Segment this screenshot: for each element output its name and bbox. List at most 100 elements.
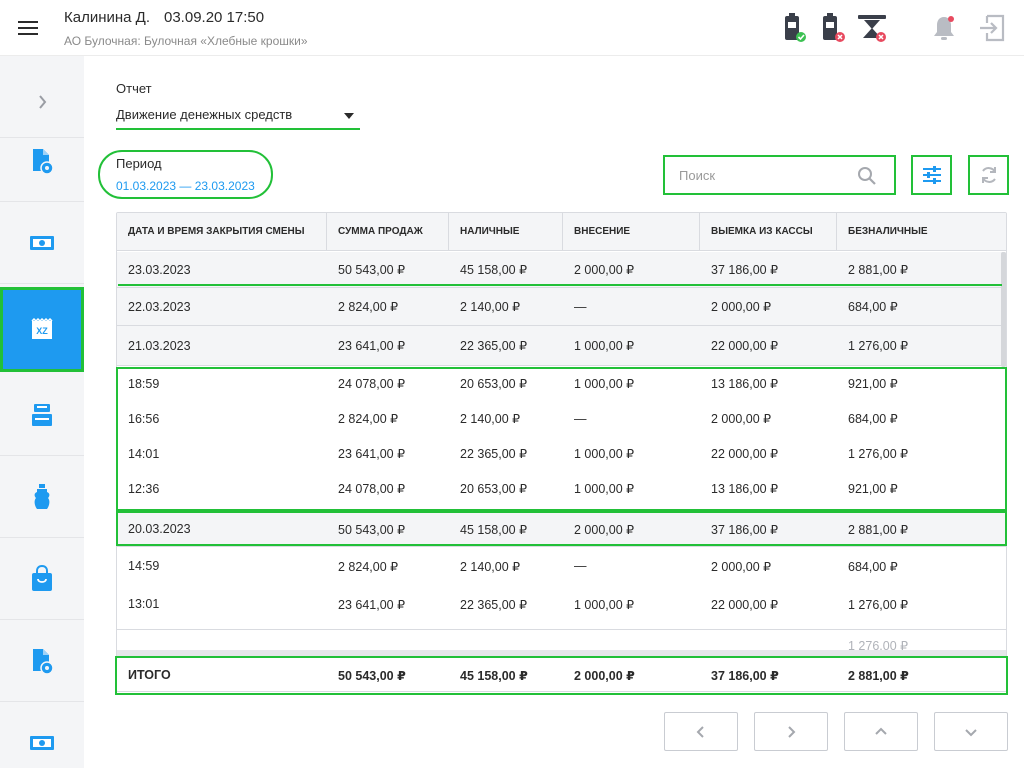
column-header[interactable]: Наличные	[449, 213, 563, 251]
sidebar-item-xz-report[interactable]: XZ	[0, 287, 84, 372]
app-header: Калинина Д. 03.09.20 17:50 АО Булочная: Б…	[0, 0, 1024, 56]
table-cell: 2 140,00 ₽	[460, 300, 521, 314]
sidebar-item-doc-settings[interactable]	[0, 120, 84, 202]
table-cell: 21.03.2023	[128, 338, 191, 353]
scroll-down-button[interactable]	[934, 712, 1008, 751]
table-cell: 684,00 ₽	[848, 300, 898, 314]
table-cell: 2 000,00 ₽	[574, 522, 635, 537]
organization-name: АО Булочная: Булочная «Хлебные крошки»	[64, 34, 308, 48]
sidebar-item-cash[interactable]	[0, 202, 84, 284]
user-info: Калинина Д. 03.09.20 17:50	[64, 9, 264, 26]
table-cell: 2 000,00 ₽	[711, 412, 772, 426]
notification-bell-icon[interactable]	[928, 12, 960, 44]
column-header[interactable]: Выемка из кассы	[700, 213, 837, 251]
column-header[interactable]: Дата и время закрытия смены	[117, 213, 327, 251]
sidebar-item-doc-settings-2[interactable]	[0, 620, 84, 702]
table-cell: 23 641,00 ₽	[338, 447, 406, 461]
table-cell: 24 078,00 ₽	[338, 482, 406, 496]
table-row-shift[interactable]: 12:36 24 078,00 ₽ 20 653,00 ₽ 1 000,00 ₽ 13 …	[117, 471, 1006, 506]
table-cell: 23.03.2023	[128, 262, 191, 277]
menu-icon[interactable]	[18, 20, 38, 36]
table-cell: 684,00 ₽	[848, 559, 898, 574]
total-cell: 50 543,00 ₽	[338, 668, 406, 683]
search-input[interactable]	[679, 166, 849, 184]
column-header[interactable]: Сумма продаж	[327, 213, 449, 251]
table-header: Дата и время закрытия смены Сумма продаж…	[117, 213, 1006, 251]
total-cell: 45 158,00 ₽	[460, 668, 528, 683]
table-cell: 22 000,00 ₽	[711, 597, 779, 612]
chevron-down-icon	[965, 728, 977, 736]
sidebar-item-cash-2[interactable]	[0, 702, 84, 768]
scroll-up-button[interactable]	[844, 712, 918, 751]
user-name: Калинина Д.	[64, 9, 150, 26]
report-select[interactable]: Движение денежных средств	[116, 104, 360, 130]
printer-error-icon[interactable]	[818, 12, 850, 44]
table-cell: 18:59	[128, 376, 160, 391]
table-cell: 20 653,00 ₽	[460, 482, 528, 496]
refresh-icon	[981, 167, 996, 183]
table-cell: 1 276,00 ₽	[848, 339, 909, 353]
table-row-day[interactable]: 20.03.2023 50 543,00 ₽ 45 158,00 ₽ 2 000,00…	[117, 512, 1006, 547]
table-cell: 2 000,00 ₽	[711, 300, 772, 314]
table-row-shift[interactable]: 18:59 24 078,00 ₽ 20 653,00 ₽ 1 000,00 ₽ 13 …	[117, 366, 1006, 401]
table-row-day[interactable]: 22.03.2023 2 824,00 ₽ 2 140,00 ₽ — 2 000,00 …	[117, 288, 1006, 326]
sidebar: XZ	[0, 56, 84, 768]
table-row-shift[interactable]: 13:01 23 641,00 ₽ 22 365,00 ₽ 1 000,00 ₽ 22 …	[117, 585, 1006, 623]
column-header[interactable]: Внесение	[563, 213, 700, 251]
sidebar-item-bottle[interactable]	[0, 456, 84, 538]
column-header[interactable]: Безналичные	[837, 213, 1006, 251]
table-row-shift[interactable]: 14:59 2 824,00 ₽ 2 140,00 ₽ — 2 000,00 ₽ 684,…	[117, 547, 1006, 585]
horizontal-scrollbar[interactable]	[117, 650, 1006, 657]
table-cell: 23 641,00 ₽	[338, 339, 406, 353]
table-cell: 1 000,00 ₽	[574, 377, 635, 391]
report-selected-value: Движение денежных средств	[116, 107, 293, 122]
sidebar-item-cash-register[interactable]	[0, 374, 84, 456]
table-cell: 2 000,00 ₽	[711, 559, 772, 574]
period-picker[interactable]: Период 01.03.2023 — 23.03.2023	[98, 150, 273, 199]
table-cell: 22 000,00 ₽	[711, 447, 779, 461]
table-cell: 2 881,00 ₽	[848, 263, 909, 277]
period-label: Период	[116, 156, 162, 171]
table-cell: 2 824,00 ₽	[338, 300, 399, 314]
table-cell: 13:01	[128, 597, 160, 611]
table-cell: 1 276,00 ₽	[848, 447, 909, 461]
table-cell: 1 000,00 ₽	[574, 482, 635, 496]
table-row-shift[interactable]: 14:01 23 641,00 ₽ 22 365,00 ₽ 1 000,00 ₽ 22 …	[117, 436, 1006, 471]
chevron-right-icon[interactable]	[30, 90, 54, 114]
chevron-up-icon	[875, 727, 887, 735]
page-next-button[interactable]	[754, 712, 828, 751]
printer-ok-icon[interactable]	[780, 12, 812, 44]
table-cell: 45 158,00 ₽	[460, 263, 528, 277]
total-cell: ИТОГО	[128, 668, 171, 682]
logout-icon[interactable]	[976, 12, 1008, 44]
search-box	[663, 155, 896, 195]
filter-button[interactable]	[911, 155, 952, 195]
table-cell: 22 000,00 ₽	[711, 339, 779, 353]
table-cell: 2 140,00 ₽	[460, 559, 521, 574]
sidebar-item-shopping-bag[interactable]	[0, 538, 84, 620]
table-cell: 14:01	[128, 446, 160, 461]
table-cell: —	[574, 559, 587, 573]
table-cell: —	[574, 411, 587, 426]
table-cell: 45 158,00 ₽	[460, 522, 528, 537]
table-row-total: ИТОГО 50 543,00 ₽ 45 158,00 ₽ 2 000,00 ₽ 37 …	[117, 657, 1006, 691]
refresh-button[interactable]	[968, 155, 1009, 195]
table-row-day[interactable]: 21.03.2023 23 641,00 ₽ 22 365,00 ₽ 1 000,00…	[117, 326, 1006, 366]
total-cell: 2 000,00 ₽	[574, 668, 635, 683]
table-cell: 2 824,00 ₽	[338, 559, 399, 574]
table-cell: 2 824,00 ₽	[338, 412, 399, 426]
period-range: 01.03.2023 — 23.03.2023	[116, 179, 255, 193]
page-prev-button[interactable]	[664, 712, 738, 751]
table-scrollbar[interactable]	[1001, 252, 1006, 367]
search-icon[interactable]	[856, 165, 878, 187]
table-cell: 921,00 ₽	[848, 482, 898, 496]
caret-down-icon	[344, 113, 354, 119]
shopping-bag-icon	[32, 564, 52, 591]
table-cell: 50 543,00 ₽	[338, 263, 406, 277]
table-cell: 1 000,00 ₽	[574, 339, 635, 353]
scale-error-icon[interactable]	[856, 12, 888, 44]
xz-label: XZ	[36, 326, 48, 336]
filter-sliders-icon	[922, 166, 941, 184]
table-row-shift[interactable]: 16:56 2 824,00 ₽ 2 140,00 ₽ — 2 000,00 ₽ 684,…	[117, 401, 1006, 436]
table-row-day[interactable]: 23.03.2023 50 543,00 ₽ 45 158,00 ₽ 2 000,00…	[117, 252, 1006, 288]
